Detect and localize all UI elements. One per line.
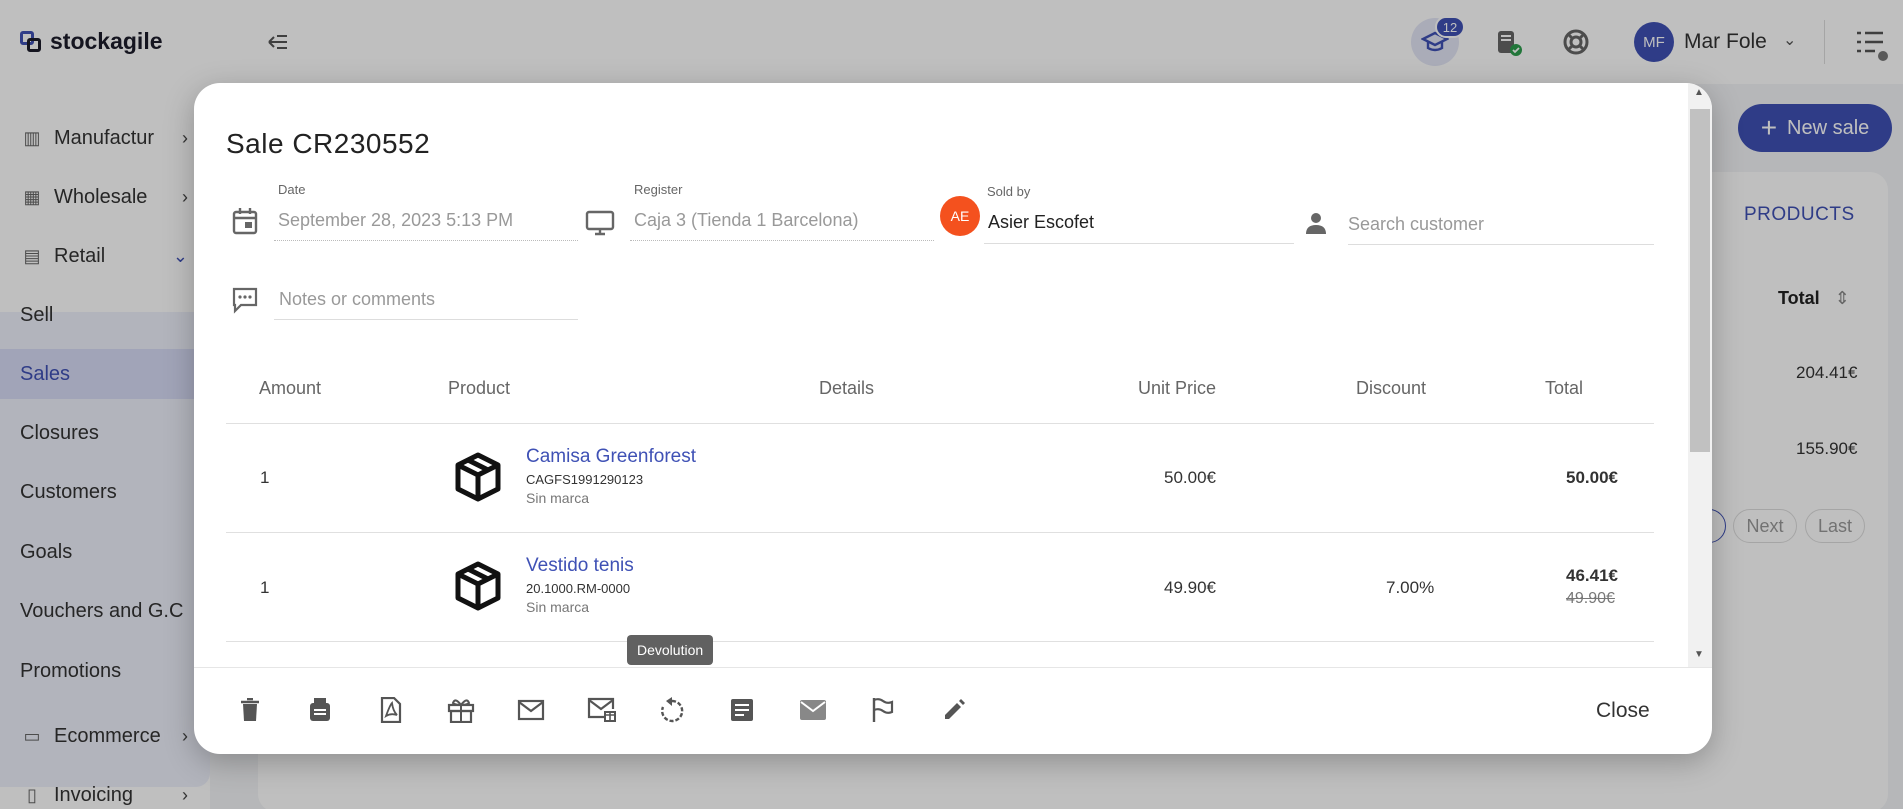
devolution-tooltip: Devolution — [627, 635, 714, 665]
column-header-total: Total — [1545, 378, 1584, 398]
invoice-button[interactable] — [720, 688, 764, 732]
calendar-icon — [230, 206, 260, 236]
scroll-down-icon[interactable]: ▼ — [1694, 649, 1704, 660]
footer-divider — [194, 667, 1712, 668]
close-button[interactable]: Close — [1596, 699, 1650, 723]
product-code: 20.1000.RM-0000 — [526, 581, 631, 596]
delete-button[interactable] — [228, 688, 272, 732]
flag-icon — [872, 698, 894, 722]
mail-filled-icon — [800, 700, 826, 720]
pdf-icon — [380, 697, 402, 723]
receipt-printer-icon — [310, 698, 330, 721]
product-name-link[interactable]: Vestido tenis — [526, 555, 634, 577]
column-header-amount: Amount — [259, 378, 322, 398]
row-amount: 1 — [260, 468, 270, 487]
customer-placeholder: Search customer — [1348, 214, 1485, 234]
row-original-total: 49.90€ — [1566, 590, 1615, 607]
email-gift-button[interactable] — [580, 688, 624, 732]
gift-ticket-button[interactable] — [439, 688, 483, 732]
modal-title: Sale CR230552 — [226, 128, 431, 159]
modal-scrollbar-thumb[interactable] — [1690, 109, 1710, 452]
product-code: CAGFS1991290123 — [526, 472, 644, 487]
notes-input[interactable]: Notes or comments — [274, 279, 578, 320]
date-value: September 28, 2023 5:13 PM — [278, 210, 514, 230]
column-header-product: Product — [448, 378, 511, 398]
sale-detail-modal: Sale CR230552 Date September 28, 2023 5:… — [194, 83, 1712, 754]
article-icon — [731, 699, 753, 721]
row-unit-price: 50.00€ — [1164, 468, 1216, 487]
date-label: Date — [278, 182, 306, 197]
date-field[interactable]: September 28, 2023 5:13 PM — [274, 201, 578, 241]
column-header-details: Details — [819, 378, 875, 398]
row-total: 46.41€ — [1566, 566, 1618, 585]
column-header-unit-price: Unit Price — [1138, 378, 1217, 398]
customer-search-input[interactable]: Search customer — [1348, 203, 1654, 245]
sold-by-field[interactable]: Asier Escofet — [984, 203, 1294, 244]
person-icon — [1301, 208, 1331, 238]
row-discount: 7.00% — [1386, 578, 1435, 597]
product-brand: Sin marca — [526, 490, 590, 506]
table-row[interactable]: 1 Camisa Greenforest CAGFS1991290123 Sin… — [194, 424, 1688, 532]
gift-icon — [447, 699, 475, 723]
product-name-link[interactable]: Camisa Greenforest — [526, 446, 696, 468]
product-box-icon — [455, 561, 501, 611]
row-total: 50.00€ — [1566, 468, 1618, 487]
print-ticket-button[interactable] — [298, 688, 342, 732]
edit-button[interactable] — [932, 688, 976, 732]
return-icon — [661, 697, 684, 723]
row-unit-price: 49.90€ — [1164, 578, 1216, 597]
scroll-up-icon[interactable]: ▲ — [1694, 87, 1704, 98]
register-label: Register — [634, 182, 683, 197]
seller-avatar: AE — [940, 196, 980, 236]
comment-icon — [230, 285, 260, 315]
product-box-icon — [455, 452, 501, 502]
sold-by-value: Asier Escofet — [988, 212, 1095, 232]
flag-button[interactable] — [861, 688, 905, 732]
mail-icon — [517, 699, 545, 721]
trash-icon — [241, 698, 259, 721]
pencil-icon — [945, 699, 965, 719]
monitor-icon — [584, 208, 616, 238]
pdf-button[interactable] — [369, 688, 413, 732]
row-divider — [226, 641, 1654, 642]
mail-gift-icon — [587, 697, 616, 722]
product-brand: Sin marca — [526, 599, 590, 615]
row-amount: 1 — [260, 578, 270, 597]
table-row[interactable]: 1 Vestido tenis 20.1000.RM-0000 Sin marc… — [194, 533, 1688, 641]
devolution-button[interactable] — [650, 688, 694, 732]
sold-by-label: Sold by — [987, 184, 1031, 199]
email-button[interactable] — [509, 688, 553, 732]
register-field[interactable]: Caja 3 (Tienda 1 Barcelona) — [630, 201, 934, 241]
register-value: Caja 3 (Tienda 1 Barcelona) — [634, 210, 859, 230]
column-header-discount: Discount — [1356, 378, 1427, 398]
email-disabled-button[interactable] — [791, 688, 835, 732]
notes-placeholder: Notes or comments — [279, 289, 436, 309]
